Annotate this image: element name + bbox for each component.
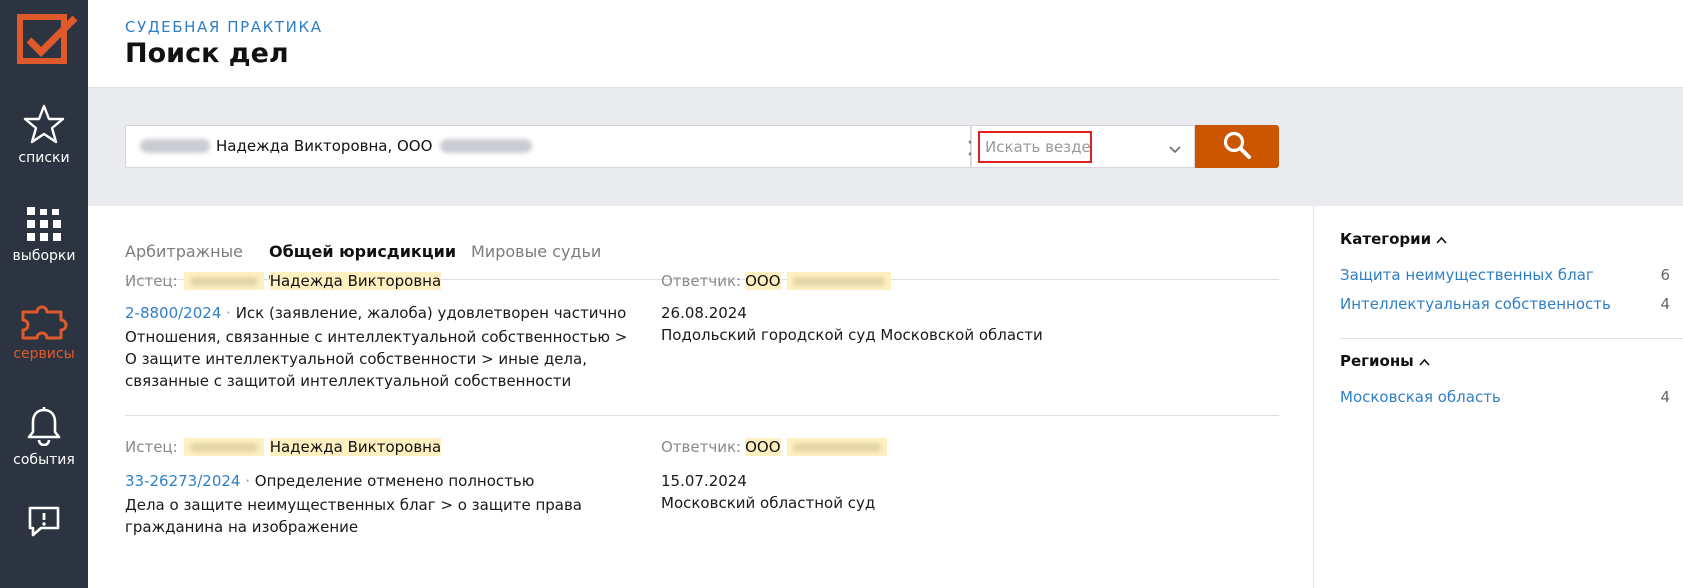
- facet-item[interactable]: Защита неимущественных благ 6: [1340, 266, 1670, 284]
- facet-link[interactable]: Интеллектуальная собственность: [1340, 295, 1611, 313]
- separator: ·: [226, 304, 236, 322]
- case-outcome: Иск (заявление, жалоба) удовлетворен час…: [235, 304, 627, 322]
- facet-count: 6: [1660, 266, 1670, 284]
- search-scope-input[interactable]: [978, 131, 1092, 163]
- case-category: Отношения, связанные с интеллектуальной …: [125, 328, 628, 390]
- filters-sidebar: Категории Защита неимущественных благ 6 …: [1313, 206, 1683, 588]
- chevron-down-icon[interactable]: [1168, 141, 1182, 154]
- search-query-visible: Надежда Викторовна, ООО: [216, 137, 433, 155]
- search-query-text: Надежда Викторовна, ООО: [140, 137, 533, 155]
- case-number-line: 33-26273/2024 · Определение отменено пол…: [125, 472, 534, 490]
- redacted-text: [183, 438, 264, 456]
- case-court: Подольский городской суд Московской обла…: [661, 326, 1043, 344]
- case-court: Московский областной суд: [661, 494, 876, 512]
- facet-link[interactable]: Московская область: [1340, 388, 1501, 406]
- separator: ·: [245, 472, 255, 490]
- case-number-link[interactable]: 2-8800/2024: [125, 304, 221, 322]
- plaintiff-name: Надежда Викторовна: [269, 438, 442, 456]
- chevron-up-icon: [1419, 352, 1430, 370]
- results-main: Арбитражные Общей юрисдикции Мировые суд…: [88, 206, 1314, 588]
- defendant-prefix: ООО: [745, 438, 781, 456]
- facet-count: 4: [1660, 388, 1670, 406]
- case-date: 15.07.2024: [661, 472, 747, 490]
- divider: [125, 415, 1279, 416]
- rail-item-label: списки: [18, 150, 70, 166]
- page-title: Поиск дел: [125, 38, 289, 69]
- tab-magistrates[interactable]: Мировые судьи: [471, 242, 601, 261]
- rail-item-label: события: [13, 452, 75, 468]
- case-outcome: Определение отменено полностью: [254, 472, 535, 490]
- facet-count: 4: [1660, 295, 1670, 313]
- case-number-line: 2-8800/2024 · Иск (заявление, жалоба) уд…: [125, 304, 626, 322]
- defendant-line: Ответчик: ООО: [661, 438, 887, 456]
- divider: [1340, 338, 1683, 339]
- chevron-up-icon: [1436, 230, 1447, 248]
- star-icon: [23, 104, 65, 144]
- case-category: Дела о защите неимущественных благ > о з…: [125, 496, 583, 536]
- plaintiff-label: Истец:: [125, 272, 178, 290]
- grid-icon: [26, 206, 62, 242]
- section-label: СУДЕБНАЯ ПРАКТИКА: [125, 18, 323, 36]
- redacted-text: [440, 139, 533, 153]
- rail-item-services[interactable]: сервисы: [0, 304, 88, 362]
- rail-item-label: выборки: [12, 248, 76, 264]
- redacted-text: [140, 139, 210, 153]
- page-header: СУДЕБНАЯ ПРАКТИКА Поиск дел: [88, 0, 1683, 88]
- search-icon: [1222, 130, 1252, 164]
- rail-item-selections[interactable]: выборки: [0, 206, 88, 264]
- tab-arbitration[interactable]: Арбитражные: [125, 242, 243, 261]
- redacted-text: [786, 438, 887, 456]
- search-scope-select[interactable]: [971, 125, 1195, 168]
- bell-icon: [26, 406, 62, 446]
- case-number-link[interactable]: 33-26273/2024: [125, 472, 240, 490]
- defendant-prefix: ООО: [745, 272, 781, 290]
- rail-item-lists[interactable]: списки: [0, 104, 88, 166]
- redacted-text: [786, 272, 891, 290]
- rail-item-events[interactable]: события: [0, 406, 88, 468]
- left-rail: списки выборки сервисы события: [0, 0, 88, 588]
- defendant-label: Ответчик:: [661, 438, 742, 456]
- search-band: Надежда Викторовна, ООО: [88, 88, 1683, 206]
- facet-title: Категории: [1340, 230, 1432, 248]
- plaintiff-line: Истец: Надежда Викторовна: [125, 438, 442, 456]
- defendant-line: Ответчик: ООО: [661, 272, 891, 290]
- puzzle-icon: [19, 304, 69, 340]
- plaintiff-label: Истец:: [125, 438, 178, 456]
- rail-item-feedback[interactable]: [0, 505, 88, 537]
- redacted-text: [183, 272, 264, 290]
- facet-item[interactable]: Интеллектуальная собственность 4: [1340, 295, 1670, 313]
- facet-categories-toggle[interactable]: Категории: [1340, 230, 1447, 248]
- facet-item[interactable]: Московская область 4: [1340, 388, 1670, 406]
- rail-item-label: сервисы: [13, 346, 75, 362]
- facet-regions-toggle[interactable]: Регионы: [1340, 352, 1430, 370]
- defendant-label: Ответчик:: [661, 272, 742, 290]
- app-logo-icon[interactable]: [17, 12, 81, 68]
- plaintiff-line: Истец: Надежда Викторовна: [125, 272, 442, 290]
- facet-link[interactable]: Защита неимущественных благ: [1340, 266, 1594, 284]
- feedback-icon: [27, 505, 61, 537]
- case-date: 26.08.2024: [661, 304, 747, 322]
- search-input[interactable]: Надежда Викторовна, ООО: [125, 125, 984, 168]
- facet-title: Регионы: [1340, 352, 1414, 370]
- tab-general-jurisdiction[interactable]: Общей юрисдикции: [269, 242, 456, 261]
- plaintiff-name: Надежда Викторовна: [269, 272, 442, 290]
- search-button[interactable]: [1195, 125, 1279, 168]
